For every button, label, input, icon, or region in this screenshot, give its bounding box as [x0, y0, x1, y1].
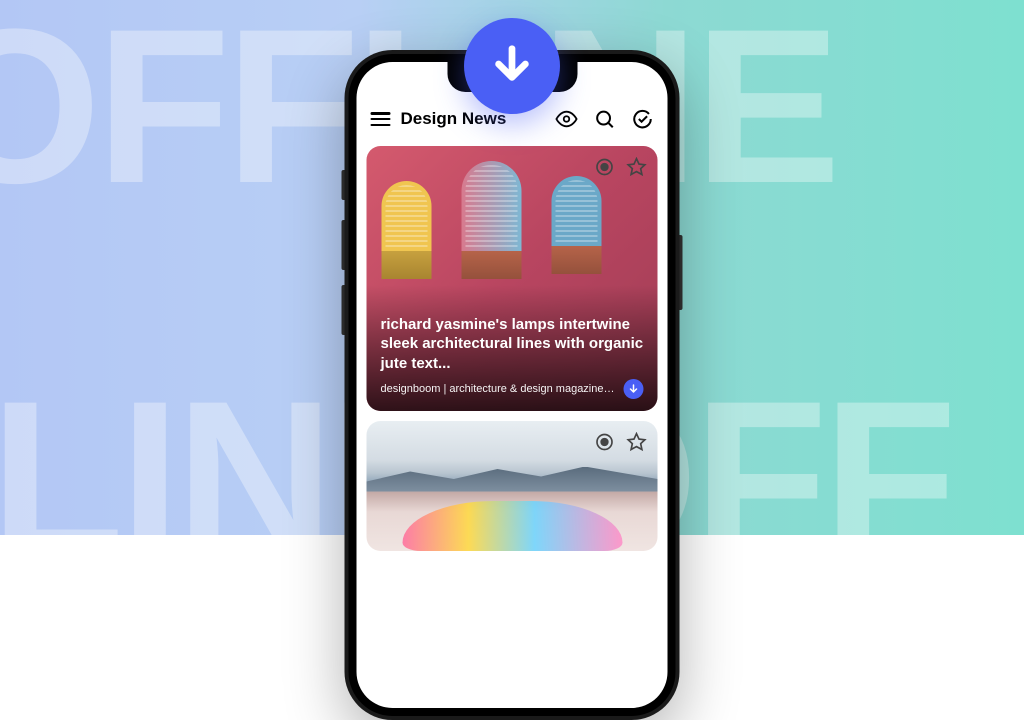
downloaded-badge[interactable] [624, 379, 644, 399]
article-title: richard yasmine's lamps intertwine sleek… [381, 315, 644, 374]
app-viewport: Design News [357, 62, 668, 708]
article-meta: designboom | architecture & design magaz… [381, 379, 644, 399]
download-hero-badge [464, 18, 560, 114]
read-status-icon[interactable] [594, 156, 616, 178]
article-info-overlay: richard yasmine's lamps intertwine sleek… [367, 285, 658, 412]
card-actions [594, 431, 648, 453]
phone-volume-down [342, 285, 345, 335]
eye-icon[interactable] [556, 108, 578, 130]
star-icon[interactable] [626, 431, 648, 453]
phone-bezel: Design News [349, 54, 676, 716]
check-circle-icon[interactable] [632, 108, 654, 130]
download-arrow-icon [489, 41, 535, 92]
article-source: designboom | architecture & design magaz… [381, 383, 616, 395]
phone-volume-up [342, 220, 345, 270]
phone-mute-switch [342, 170, 345, 200]
header-actions [556, 108, 654, 130]
read-status-icon[interactable] [594, 431, 616, 453]
article-card[interactable] [367, 421, 658, 551]
article-feed[interactable]: richard yasmine's lamps intertwine sleek… [357, 138, 668, 559]
star-icon[interactable] [626, 156, 648, 178]
card-actions [594, 156, 648, 178]
menu-icon[interactable] [371, 112, 391, 126]
phone-screen: Design News [357, 62, 668, 708]
search-icon[interactable] [594, 108, 616, 130]
article-card[interactable]: richard yasmine's lamps intertwine sleek… [367, 146, 658, 411]
phone-device-frame: Design News [345, 50, 680, 720]
phone-power-button [680, 235, 683, 310]
